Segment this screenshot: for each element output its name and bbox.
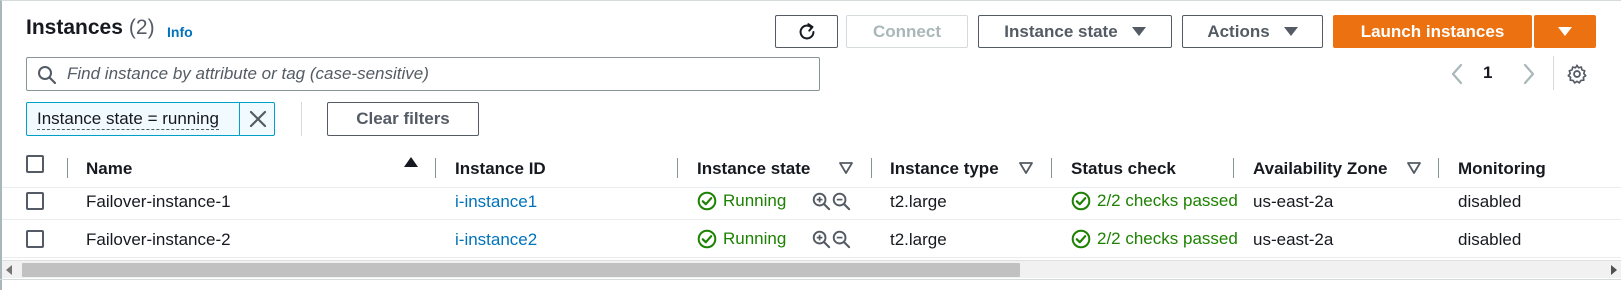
column-divider[interactable] bbox=[1233, 158, 1234, 178]
horizontal-scrollbar[interactable] bbox=[2, 260, 1621, 278]
launch-instances-button[interactable]: Launch instances bbox=[1333, 15, 1532, 48]
row-checkbox[interactable] bbox=[26, 192, 44, 210]
current-page-number[interactable]: 1 bbox=[1483, 63, 1492, 83]
success-check-icon bbox=[1071, 229, 1091, 249]
instance-state-cell: Running bbox=[697, 229, 786, 249]
page-title: Instances (2) bbox=[26, 16, 155, 40]
zoom-in-icon[interactable] bbox=[812, 230, 831, 249]
filter-token: Instance state = running bbox=[26, 102, 275, 136]
column-header-instance-id[interactable]: Instance ID bbox=[455, 159, 546, 179]
zoom-in-icon[interactable] bbox=[812, 192, 831, 211]
scroll-left-arrow-icon[interactable] bbox=[6, 265, 12, 275]
status-check-cell: 2/2 checks passed bbox=[1071, 191, 1238, 211]
column-header-instance-state[interactable]: Instance state bbox=[697, 159, 810, 179]
sort-icon[interactable] bbox=[1407, 162, 1421, 174]
actions-dropdown-label: Actions bbox=[1207, 21, 1270, 41]
page-title-text: Instances bbox=[26, 16, 123, 39]
launch-options-dropdown[interactable] bbox=[1534, 15, 1596, 48]
column-divider[interactable] bbox=[871, 158, 872, 178]
instance-state-text: Running bbox=[723, 229, 787, 248]
caret-down-icon bbox=[1131, 27, 1146, 36]
zoom-out-icon[interactable] bbox=[832, 230, 851, 249]
instance-count: (2) bbox=[128, 16, 155, 39]
column-divider[interactable] bbox=[1051, 158, 1052, 178]
success-check-icon bbox=[697, 191, 717, 211]
gear-icon[interactable] bbox=[1566, 63, 1588, 85]
instance-id-link[interactable]: i-instance1 bbox=[455, 192, 537, 212]
table-row[interactable]: Failover-instance-2 i-instance2 Running … bbox=[2, 220, 1621, 258]
column-header-instance-type[interactable]: Instance type bbox=[890, 159, 999, 179]
scroll-right-arrow-icon[interactable] bbox=[1611, 265, 1617, 275]
column-divider bbox=[67, 158, 68, 178]
refresh-icon bbox=[799, 22, 814, 39]
caret-down-icon bbox=[1283, 27, 1298, 36]
remove-filter-button[interactable] bbox=[239, 102, 276, 136]
info-link[interactable]: Info bbox=[167, 24, 193, 40]
filter-divider bbox=[301, 102, 302, 136]
connect-button[interactable]: Connect bbox=[846, 15, 968, 48]
sort-icon[interactable] bbox=[1019, 162, 1033, 174]
instance-state-text: Running bbox=[723, 191, 787, 210]
row-checkbox[interactable] bbox=[26, 230, 44, 248]
previous-page-icon[interactable] bbox=[1448, 62, 1466, 86]
instance-type: t2.large bbox=[890, 230, 947, 249]
column-divider[interactable] bbox=[677, 158, 678, 178]
select-all-checkbox[interactable] bbox=[26, 155, 44, 173]
clear-filters-button[interactable]: Clear filters bbox=[327, 102, 479, 136]
pagination-divider bbox=[1553, 56, 1554, 90]
search-input[interactable] bbox=[67, 62, 807, 86]
column-header-name[interactable]: Name bbox=[86, 159, 132, 179]
scrollbar-thumb[interactable] bbox=[22, 263, 1020, 277]
zoom-out-icon[interactable] bbox=[832, 192, 851, 211]
search-box bbox=[26, 57, 820, 91]
instance-state-cell: Running bbox=[697, 191, 786, 211]
filter-token-label[interactable]: Instance state = running bbox=[37, 109, 219, 130]
panel-bottom-border bbox=[0, 279, 1621, 280]
instance-id-link[interactable]: i-instance2 bbox=[455, 230, 537, 250]
table-row[interactable]: Failover-instance-1 i-instance1 Running … bbox=[2, 182, 1621, 220]
column-divider[interactable] bbox=[435, 158, 436, 178]
instance-state-dropdown[interactable]: Instance state bbox=[978, 15, 1172, 48]
sort-icon[interactable] bbox=[839, 162, 853, 174]
search-icon bbox=[38, 66, 57, 85]
monitoring-status: disabled bbox=[1458, 192, 1522, 211]
column-header-status-check[interactable]: Status check bbox=[1071, 159, 1176, 179]
instance-name: Failover-instance-2 bbox=[86, 230, 231, 249]
actions-dropdown[interactable]: Actions bbox=[1182, 15, 1323, 48]
instance-name: Failover-instance-1 bbox=[86, 192, 231, 211]
success-check-icon bbox=[1071, 191, 1091, 211]
success-check-icon bbox=[697, 229, 717, 249]
status-check-text[interactable]: 2/2 checks passed bbox=[1097, 229, 1238, 249]
close-icon bbox=[249, 110, 267, 128]
caret-down-icon bbox=[1558, 27, 1572, 36]
sort-ascending-icon[interactable] bbox=[404, 157, 418, 167]
column-divider[interactable] bbox=[1438, 158, 1439, 178]
status-check-cell: 2/2 checks passed bbox=[1071, 229, 1238, 249]
column-header-monitoring[interactable]: Monitoring bbox=[1458, 159, 1546, 179]
column-header-availability-zone[interactable]: Availability Zone bbox=[1253, 159, 1387, 179]
refresh-button[interactable] bbox=[775, 15, 838, 48]
availability-zone: us-east-2a bbox=[1253, 192, 1334, 211]
monitoring-status: disabled bbox=[1458, 230, 1522, 249]
status-check-text[interactable]: 2/2 checks passed bbox=[1097, 191, 1238, 211]
availability-zone: us-east-2a bbox=[1253, 230, 1334, 249]
instance-type: t2.large bbox=[890, 192, 947, 211]
next-page-icon[interactable] bbox=[1520, 62, 1538, 86]
instance-state-dropdown-label: Instance state bbox=[1004, 21, 1118, 41]
